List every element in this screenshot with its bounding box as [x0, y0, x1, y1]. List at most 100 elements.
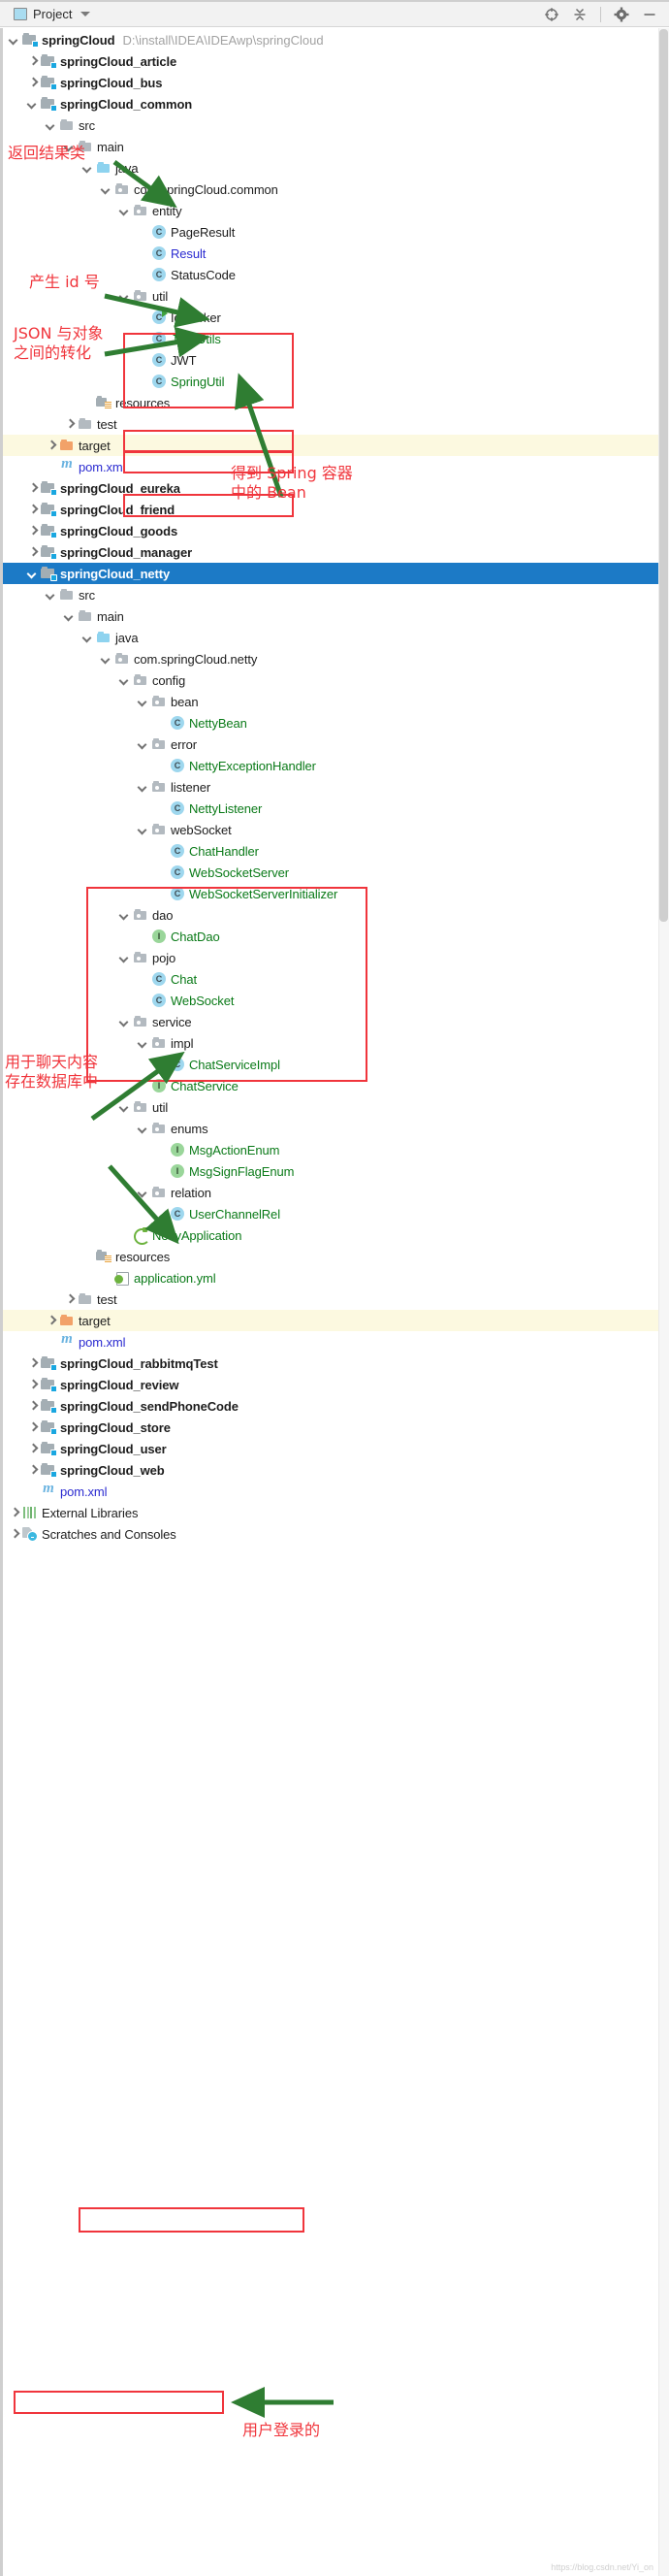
tree-row[interactable]: error	[0, 734, 669, 755]
tree-row[interactable]: Chat	[0, 968, 669, 990]
settings-gear-icon[interactable]	[614, 7, 629, 22]
tree-row[interactable]: springCloud_netty	[0, 563, 669, 584]
tree-row[interactable]: springCloud_manager	[0, 541, 669, 563]
tree-row[interactable]: StatusCode	[0, 264, 669, 285]
chevron-right-icon[interactable]	[26, 77, 39, 89]
chevron-right-icon[interactable]	[45, 440, 57, 452]
chevron-down-icon[interactable]	[137, 1037, 149, 1050]
chevron-down-icon[interactable]	[8, 34, 20, 47]
tree-row[interactable]: ChatDao	[0, 926, 669, 947]
tree-row[interactable]: pom.xml	[0, 456, 669, 477]
tree-row[interactable]: NettyBean	[0, 712, 669, 734]
tree-row[interactable]: springCloud_rabbitmqTest	[0, 1353, 669, 1374]
tree-row[interactable]: springCloud_store	[0, 1417, 669, 1438]
tree-row[interactable]: resources	[0, 392, 669, 413]
tree-row[interactable]: NettyListener	[0, 798, 669, 819]
chevron-down-icon[interactable]	[100, 183, 112, 196]
tree-row[interactable]: ChatHandler	[0, 840, 669, 862]
tree-row[interactable]: SpringUtil	[0, 371, 669, 392]
tree-row[interactable]: util	[0, 1096, 669, 1118]
tree-row[interactable]: bean	[0, 691, 669, 712]
vertical-scrollbar-thumb[interactable]	[659, 29, 668, 922]
tree-row[interactable]: JWT	[0, 349, 669, 371]
chevron-down-icon[interactable]	[63, 141, 76, 153]
tree-row[interactable]: ChatService	[0, 1075, 669, 1096]
tree-row[interactable]: com.springCloud.common	[0, 179, 669, 200]
tree-row[interactable]: MsgSignFlagEnum	[0, 1160, 669, 1182]
tree-row[interactable]: WebSocket	[0, 990, 669, 1011]
tree-row[interactable]: springCloud_web	[0, 1459, 669, 1481]
chevron-down-icon[interactable]	[137, 1187, 149, 1199]
tree-row[interactable]: entity	[0, 200, 669, 221]
tree-row[interactable]: NettyApplication	[0, 1224, 669, 1246]
run-badge-icon[interactable]	[162, 310, 168, 317]
tree-row[interactable]: java	[0, 157, 669, 179]
project-title-group[interactable]: Project	[6, 7, 91, 21]
chevron-down-icon[interactable]	[137, 738, 149, 751]
tree-row[interactable]: MsgActionEnum	[0, 1139, 669, 1160]
chevron-down-icon[interactable]	[118, 1016, 131, 1028]
chevron-down-icon[interactable]	[137, 781, 149, 794]
tree-row[interactable]: NettyExceptionHandler	[0, 755, 669, 776]
chevron-right-icon[interactable]	[26, 1357, 39, 1370]
chevron-down-icon[interactable]	[118, 1101, 131, 1114]
tree-row[interactable]: application.yml	[0, 1267, 669, 1288]
chevron-right-icon[interactable]	[45, 1315, 57, 1327]
tree-row[interactable]: springCloud_friend	[0, 499, 669, 520]
chevron-right-icon[interactable]	[26, 1379, 39, 1391]
tree-row[interactable]: springCloud_user	[0, 1438, 669, 1459]
tree-row[interactable]: Result	[0, 243, 669, 264]
chevron-down-icon[interactable]	[137, 1123, 149, 1135]
tree-row[interactable]: springCloud_article	[0, 50, 669, 72]
tree-row[interactable]: webSocket	[0, 819, 669, 840]
chevron-down-icon[interactable]	[81, 162, 94, 175]
chevron-right-icon[interactable]	[26, 482, 39, 495]
tree-row[interactable]: dao	[0, 904, 669, 926]
tree-row[interactable]: test	[0, 413, 669, 435]
chevron-right-icon[interactable]	[26, 546, 39, 559]
chevron-down-icon[interactable]	[118, 290, 131, 303]
tree-row[interactable]: java	[0, 627, 669, 648]
tree-row[interactable]: com.springCloud.netty	[0, 648, 669, 669]
tree-row[interactable]: springCloud D:\install\IDEA\IDEAwp\spring…	[0, 29, 669, 50]
tree-row[interactable]: relation	[0, 1182, 669, 1203]
tree-row[interactable]: JsonUtils	[0, 328, 669, 349]
chevron-right-icon[interactable]	[26, 1400, 39, 1413]
chevron-right-icon[interactable]	[26, 1464, 39, 1477]
minimize-icon[interactable]	[642, 7, 657, 22]
tree-row[interactable]: config	[0, 669, 669, 691]
tree-row[interactable]: pom.xml	[0, 1331, 669, 1353]
tree-row[interactable]: UserChannelRel	[0, 1203, 669, 1224]
chevron-right-icon[interactable]	[26, 1421, 39, 1434]
tree-row[interactable]: springCloud_common	[0, 93, 669, 114]
chevron-right-icon[interactable]	[8, 1528, 20, 1541]
tree-row[interactable]: WebSocketServerInitializer	[0, 883, 669, 904]
tree-row[interactable]: util	[0, 285, 669, 307]
chevron-down-icon[interactable]	[45, 119, 57, 132]
tree-row[interactable]: ChatServiceImpl	[0, 1054, 669, 1075]
chevron-right-icon[interactable]	[63, 418, 76, 431]
tree-row[interactable]: springCloud_sendPhoneCode	[0, 1395, 669, 1417]
tree-row[interactable]: Scratches and Consoles	[0, 1523, 669, 1545]
tree-row[interactable]: main	[0, 136, 669, 157]
chevron-down-icon[interactable]	[81, 632, 94, 644]
tree-row[interactable]: PageResult	[0, 221, 669, 243]
chevron-down-icon[interactable]	[100, 653, 112, 666]
chevron-down-icon[interactable]	[45, 589, 57, 602]
chevron-down-icon[interactable]	[118, 909, 131, 922]
tree-row[interactable]: springCloud_review	[0, 1374, 669, 1395]
chevron-down-icon[interactable]	[137, 824, 149, 836]
project-tree[interactable]: springCloud D:\install\IDEA\IDEAwp\spring…	[0, 27, 669, 1545]
locate-icon[interactable]	[544, 7, 559, 22]
tree-row[interactable]: pom.xml	[0, 1481, 669, 1502]
tree-row[interactable]: enums	[0, 1118, 669, 1139]
chevron-down-icon[interactable]	[80, 12, 91, 16]
chevron-right-icon[interactable]	[26, 504, 39, 516]
chevron-down-icon[interactable]	[26, 98, 39, 111]
tree-row[interactable]: External Libraries	[0, 1502, 669, 1523]
chevron-right-icon[interactable]	[26, 525, 39, 538]
chevron-right-icon[interactable]	[26, 55, 39, 68]
tree-row[interactable]: impl	[0, 1032, 669, 1054]
tree-row[interactable]: target	[0, 1310, 669, 1331]
tree-row[interactable]: WebSocketServer	[0, 862, 669, 883]
